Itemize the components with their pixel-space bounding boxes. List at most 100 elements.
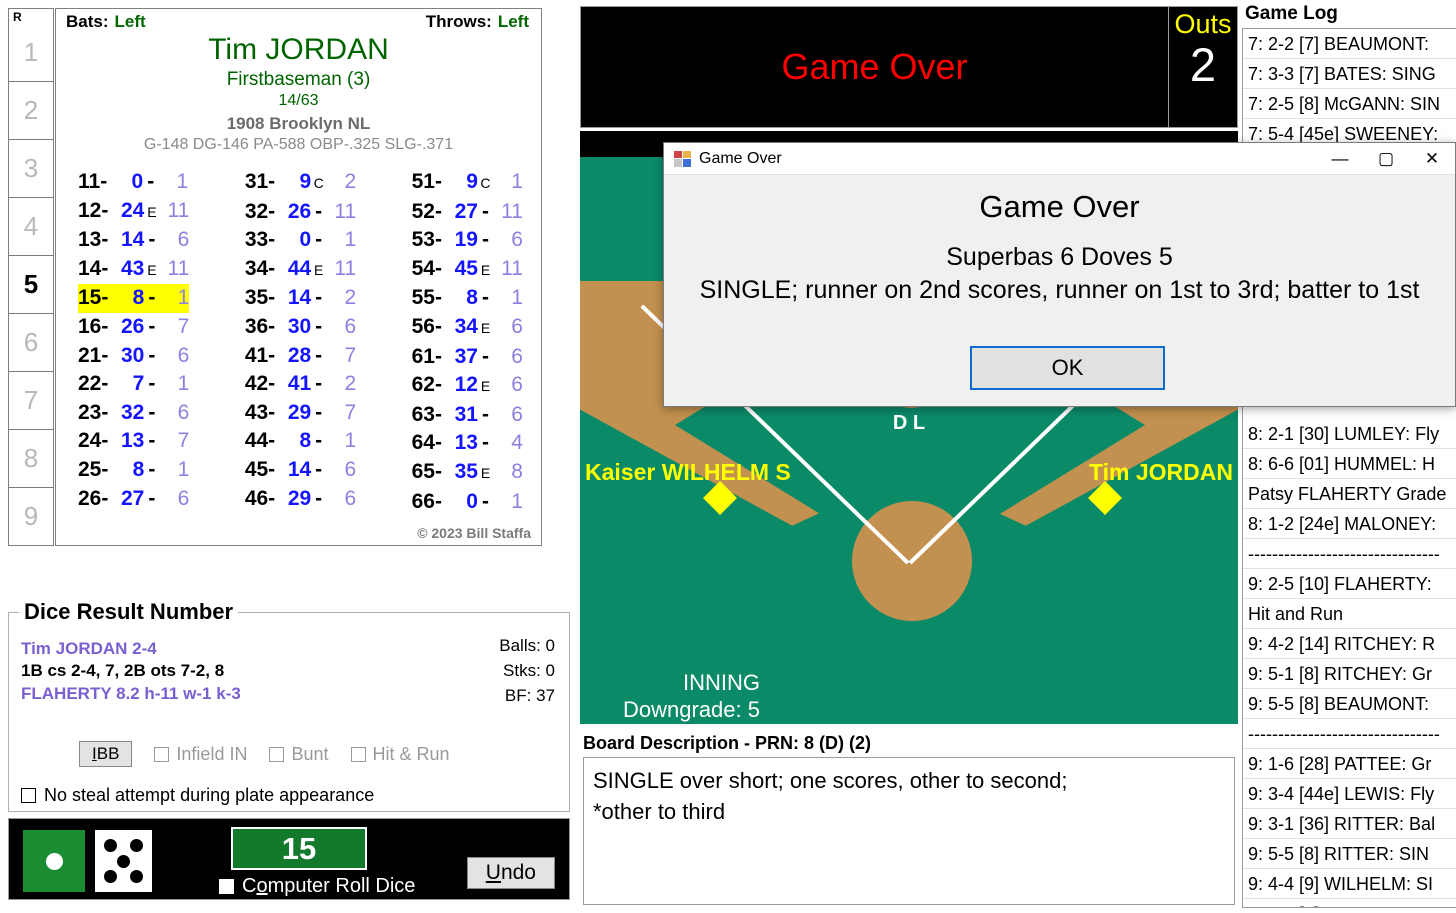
dice-subresult: 1 xyxy=(344,429,357,453)
hit-and-run-checkbox[interactable]: Hit & Run xyxy=(350,744,450,765)
game-log-entry[interactable]: 9: 5-1 [8] RITCHEY: Gr xyxy=(1243,659,1456,689)
close-icon[interactable]: ✕ xyxy=(1409,143,1455,175)
dice-table-row[interactable]: 64- 13-4 xyxy=(412,429,523,458)
checkbox-icon[interactable] xyxy=(154,746,170,762)
checkbox-icon[interactable] xyxy=(21,788,36,803)
dice-table-row[interactable]: 51- 9 C 1 xyxy=(412,168,523,198)
fielder-left-label[interactable]: Kaiser WILHELM S xyxy=(585,459,791,486)
undo-button[interactable]: Undo xyxy=(466,857,555,889)
batting-order-slot[interactable]: 6 xyxy=(9,313,53,371)
dice-table-row[interactable]: 35- 14-2 xyxy=(245,284,356,313)
dice-table-row[interactable]: 34- 44 E 11 xyxy=(245,255,356,285)
maximize-icon[interactable]: ▢ xyxy=(1363,143,1409,175)
dice-table-row[interactable]: 46- 29-6 xyxy=(245,485,356,514)
game-log-entry[interactable]: 9: 5-5 [8] RITTER: SIN xyxy=(1243,839,1456,869)
dice-table-row[interactable]: 24- 13-7 xyxy=(78,427,189,456)
dice-table-row[interactable]: 25- 8-1 xyxy=(78,456,189,485)
dice-table-row[interactable]: 61- 37-6 xyxy=(412,343,523,372)
game-log-entry[interactable]: 9: 3-1 [36] RITTER: Bal xyxy=(1243,809,1456,839)
dice-table-row[interactable]: 31- 9 C 2 xyxy=(245,168,356,198)
batting-order-slot[interactable]: 9 xyxy=(9,487,53,545)
dice-table-row[interactable]: 42- 41-2 xyxy=(245,370,356,399)
ibb-button[interactable]: IBB xyxy=(79,741,133,767)
dice-subresult: 6 xyxy=(177,343,190,367)
batting-order-slot[interactable]: 1 xyxy=(9,24,53,81)
dice-table-row[interactable]: 21- 30-6 xyxy=(78,342,189,371)
game-log-entry[interactable]: 8: 1-2 [24e] MALONEY: xyxy=(1243,509,1456,539)
batting-order-slot[interactable]: 4 xyxy=(9,197,53,255)
dice-table-row[interactable]: 22- 7-1 xyxy=(78,370,189,399)
game-log-entry[interactable]: -------------------------------- xyxy=(1243,719,1456,749)
dice-table-row[interactable]: 65- 35 E 8 xyxy=(412,458,523,488)
dice-code: 22- xyxy=(78,372,109,396)
game-log-entry[interactable]: 9: 1-6 [28] PATTEE: Gr xyxy=(1243,749,1456,779)
dice-table-row[interactable]: 15- 8-1 xyxy=(78,284,190,313)
dice-table-row[interactable]: 44- 8-1 xyxy=(245,427,356,456)
dice-table-row[interactable]: 56- 34 E 6 xyxy=(412,313,523,343)
dice-result: 0 xyxy=(299,228,312,252)
dice-table-row[interactable]: 32- 26-11 xyxy=(245,198,356,227)
game-log-title: Game Log xyxy=(1245,3,1338,24)
checkbox-icon[interactable] xyxy=(269,746,285,762)
bunt-checkbox[interactable]: Bunt xyxy=(269,744,329,765)
dice-table-row[interactable]: 23- 32-6 xyxy=(78,399,189,428)
dice-table-row[interactable]: 53- 19-6 xyxy=(412,226,523,255)
game-log-entry[interactable]: 9: 1-5 [8] JORDAN: SIN xyxy=(1243,899,1456,907)
dice-subresult: 2 xyxy=(344,170,357,193)
dice-code: 26- xyxy=(78,486,109,510)
dice-result: 0 xyxy=(466,489,478,513)
batting-order-slot[interactable]: 3 xyxy=(9,139,53,197)
dice-table-row[interactable]: 33- 0-1 xyxy=(245,226,356,255)
dice-table-row[interactable]: 14- 43 E 11 xyxy=(78,255,189,285)
batting-order-slot[interactable]: 2 xyxy=(9,81,53,139)
dice-table-row[interactable]: 55- 8-1 xyxy=(412,284,523,313)
dice-table-row[interactable]: 54- 45 E 11 xyxy=(412,255,523,285)
die-pip xyxy=(103,870,117,883)
batting-order-slot[interactable]: 7 xyxy=(9,371,53,429)
game-log-entry[interactable]: 8: 6-6 [01] HUMMEL: H xyxy=(1243,449,1456,479)
green-die[interactable] xyxy=(23,830,85,892)
game-log-entry[interactable]: 7: 2-2 [7] BEAUMONT: xyxy=(1243,29,1456,59)
computer-roll-dice-checkbox[interactable]: Computer Roll Dice xyxy=(219,875,415,898)
white-die[interactable] xyxy=(95,830,152,892)
dice-table-row[interactable]: 52- 27-11 xyxy=(412,198,523,227)
dice-table-row[interactable]: 41- 28-7 xyxy=(245,342,356,371)
dice-table-row[interactable]: 45- 14-6 xyxy=(245,456,356,485)
scoreboard: Game Over Outs 2 xyxy=(580,6,1238,128)
dice-table-row[interactable]: 66- 0-1 xyxy=(412,488,523,517)
checkbox-icon[interactable] xyxy=(350,746,366,762)
dice-table-row[interactable]: 26- 27-6 xyxy=(78,485,189,514)
dice-code: 33- xyxy=(244,228,276,252)
game-over-dialog[interactable]: Game Over — ▢ ✕ Game Over Superbas 6 Dov… xyxy=(663,142,1456,407)
fielder-right-label[interactable]: Tim JORDAN xyxy=(1089,459,1233,486)
infield-in-checkbox[interactable]: Infield IN xyxy=(154,744,247,765)
dice-table-row[interactable]: 36- 30-6 xyxy=(245,313,356,342)
dice-table-row[interactable]: 43- 29-7 xyxy=(245,399,356,428)
batting-order-slot[interactable]: 5 xyxy=(9,255,53,313)
batting-order-slot[interactable]: 8 xyxy=(9,429,53,487)
game-log-entry[interactable]: 8: 2-1 [30] LUMLEY: Fly xyxy=(1243,419,1456,449)
dice-subresult: 8 xyxy=(511,459,523,483)
dice-modifier: E xyxy=(480,378,491,395)
dice-table-row[interactable]: 11- 0-1 xyxy=(78,168,189,197)
game-log-entry[interactable]: 9: 2-5 [10] FLAHERTY: xyxy=(1243,569,1456,599)
dice-code: 36- xyxy=(244,314,276,338)
minimize-icon[interactable]: — xyxy=(1317,143,1363,175)
game-log-entry[interactable]: 9: 3-4 [44e] LEWIS: Fly xyxy=(1243,779,1456,809)
no-steal-checkbox[interactable]: No steal attempt during plate appearance xyxy=(21,785,374,806)
dice-table-row[interactable]: 63- 31-6 xyxy=(412,401,523,430)
dice-table-row[interactable]: 13- 14-6 xyxy=(78,226,189,255)
ok-button[interactable]: OK xyxy=(970,346,1165,390)
game-log-entry[interactable]: -------------------------------- xyxy=(1243,539,1456,569)
game-log-entry[interactable]: 9: 5-5 [8] BEAUMONT: xyxy=(1243,689,1456,719)
game-log-entry[interactable]: Hit and Run xyxy=(1243,599,1456,629)
game-log-entry[interactable]: 9: 4-4 [9] WILHELM: SI xyxy=(1243,869,1456,899)
game-log-entry[interactable]: 7: 2-5 [8] McGANN: SIN xyxy=(1243,89,1456,119)
game-log-entry[interactable]: Patsy FLAHERTY Grade xyxy=(1243,479,1456,509)
game-log-entry[interactable]: 7: 3-3 [7] BATES: SING xyxy=(1243,59,1456,89)
dice-table-row[interactable]: 16- 26-7 xyxy=(78,313,189,342)
game-log-entry[interactable]: 9: 4-2 [14] RITCHEY: R xyxy=(1243,629,1456,659)
checkbox-icon[interactable] xyxy=(219,879,234,894)
dice-table-row[interactable]: 62- 12 E 6 xyxy=(412,371,523,401)
dice-table-row[interactable]: 12- 24 E 11 xyxy=(78,197,189,227)
